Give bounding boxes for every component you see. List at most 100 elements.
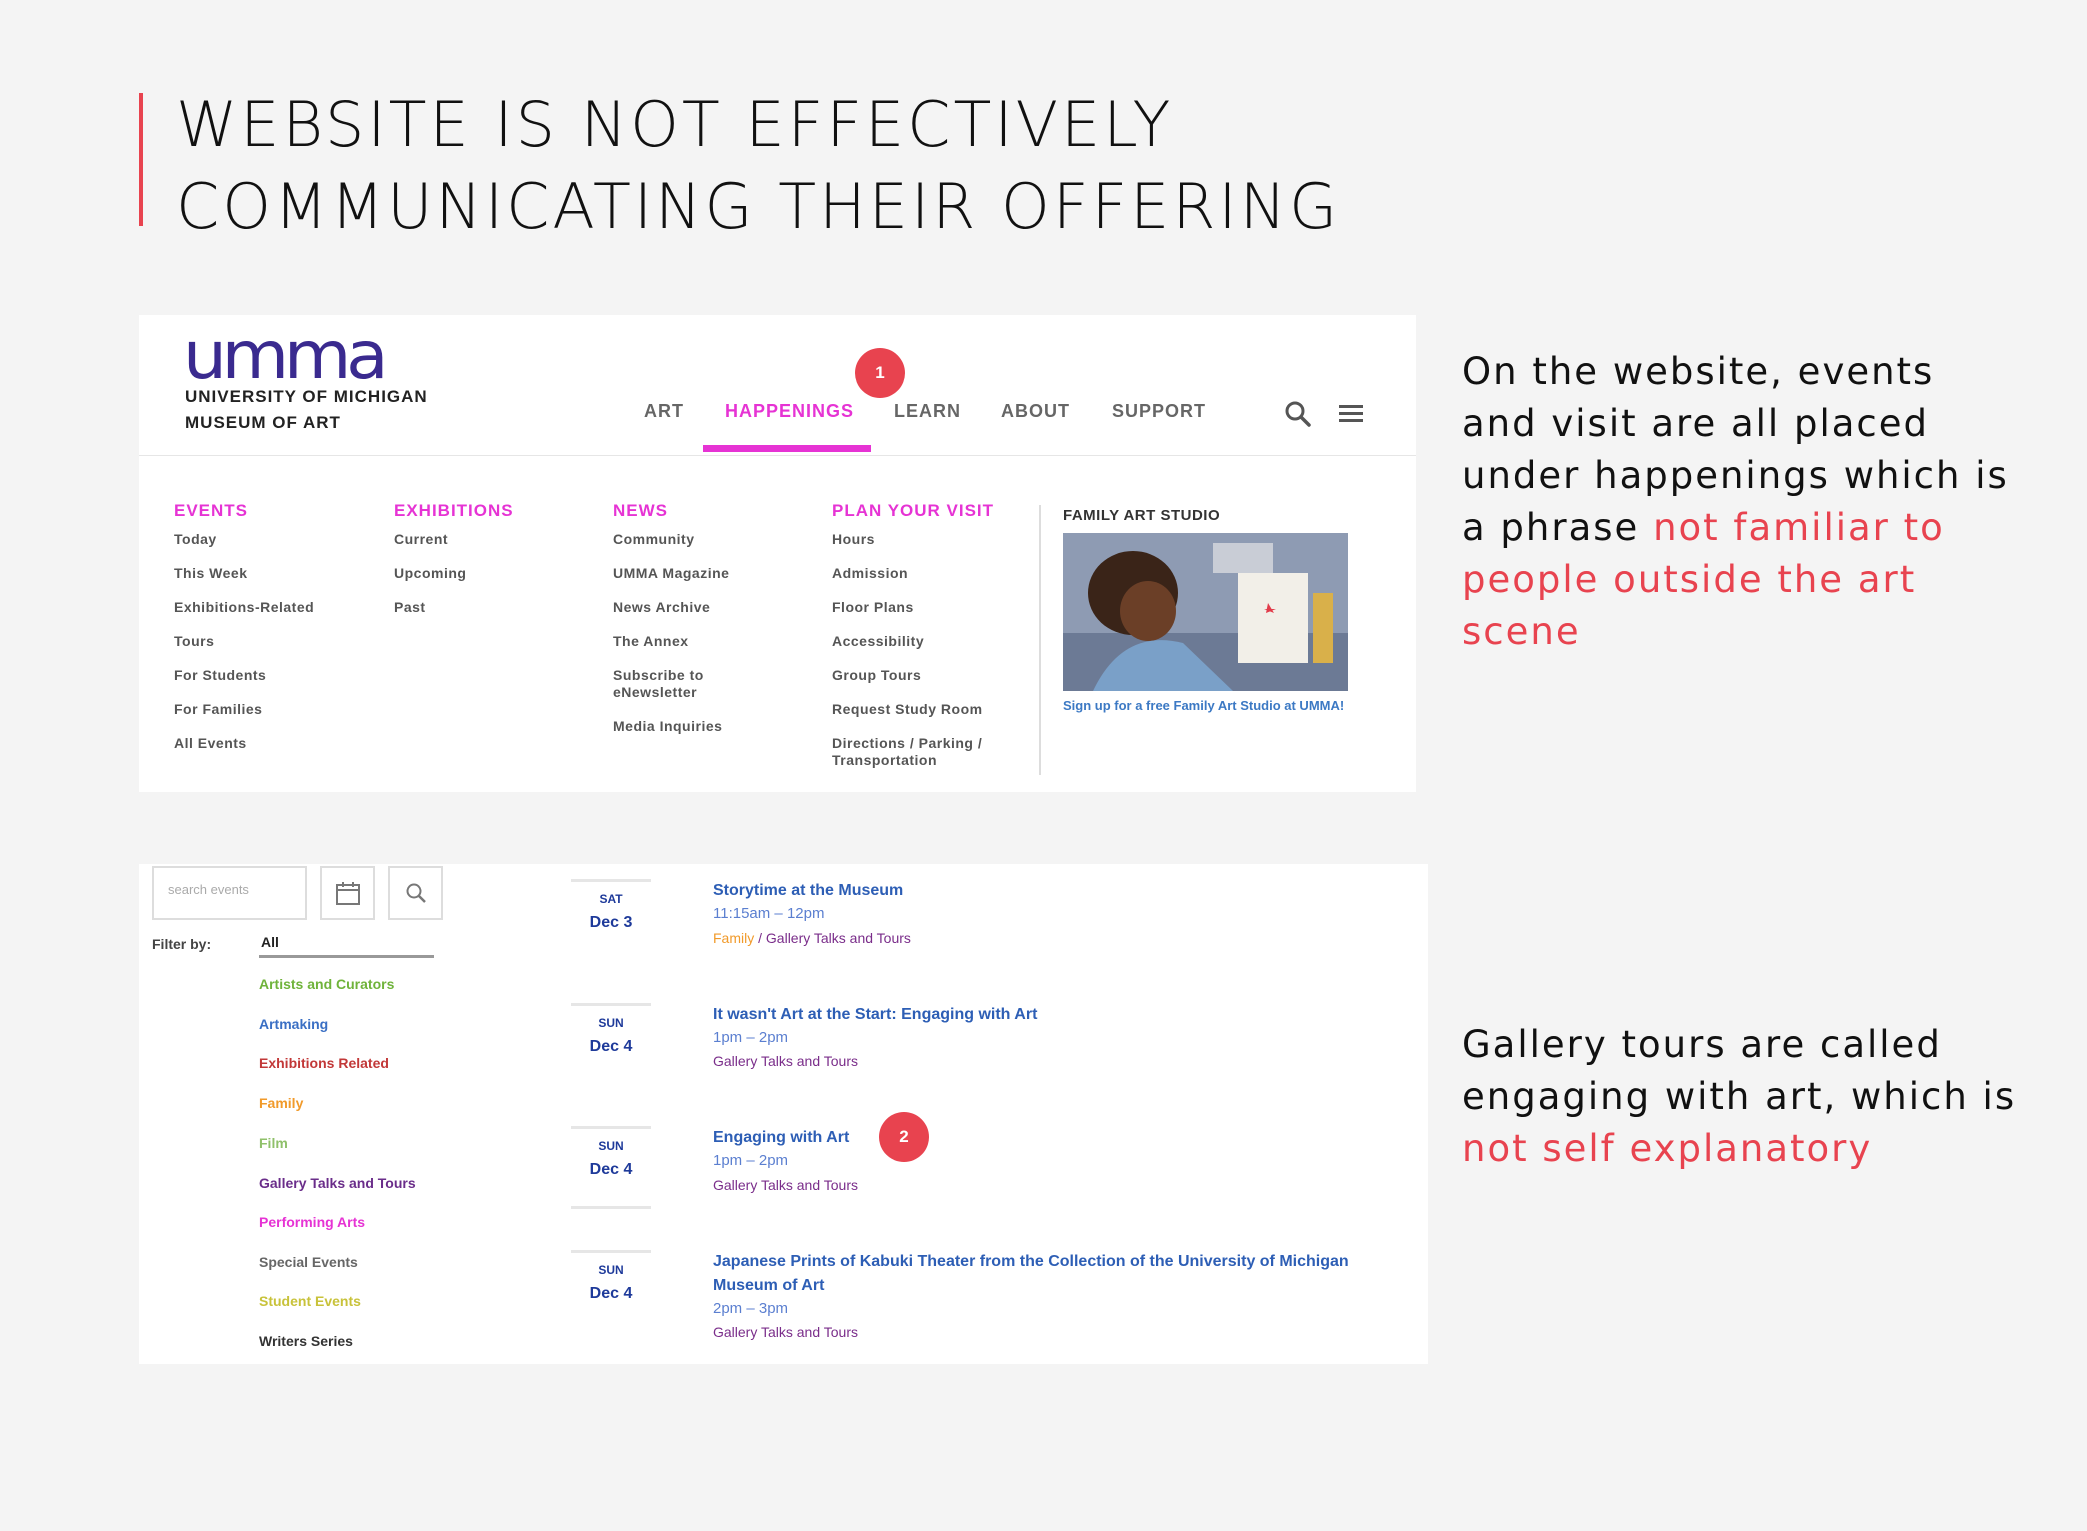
- menu-column-exhibitions: EXHIBITIONS Current Upcoming Past: [394, 501, 594, 633]
- menu-item[interactable]: Tours: [174, 633, 374, 650]
- menu-item[interactable]: News Archive: [613, 599, 813, 616]
- category-link[interactable]: Exhibitions Related: [259, 1055, 389, 1071]
- menu-item[interactable]: Past: [394, 599, 594, 616]
- menu-item[interactable]: Community: [613, 531, 813, 548]
- menu-item[interactable]: Group Tours: [832, 667, 1032, 684]
- menu-item[interactable]: Current: [394, 531, 594, 548]
- menu-item[interactable]: Subscribe to eNewsletter: [613, 667, 723, 701]
- menu-item[interactable]: Today: [174, 531, 374, 548]
- event-weekday: SUN: [598, 1263, 624, 1277]
- menu-heading-exhibitions[interactable]: EXHIBITIONS: [394, 501, 594, 521]
- annotation-note-2: Gallery tours are called engaging with a…: [1462, 1019, 2022, 1175]
- menu-column-events: EVENTS Today This Week Exhibitions-Relat…: [174, 501, 374, 769]
- menu-heading-news[interactable]: NEWS: [613, 501, 813, 521]
- nav-learn[interactable]: LEARN: [894, 401, 961, 422]
- event-title-link[interactable]: Storytime at the Museum: [713, 879, 1353, 903]
- menu-column-plan-visit: PLAN YOUR VISIT Hours Admission Floor Pl…: [832, 501, 1032, 786]
- menu-item[interactable]: Exhibitions-Related: [174, 599, 374, 616]
- event-category-family[interactable]: Family: [713, 930, 754, 946]
- photo-illustration: [1063, 533, 1348, 691]
- menu-heading-events[interactable]: EVENTS: [174, 501, 374, 521]
- event-date-separator: [571, 1126, 651, 1129]
- filter-select[interactable]: All: [259, 934, 434, 958]
- category-link[interactable]: Performing Arts: [259, 1214, 365, 1230]
- nav-support[interactable]: SUPPORT: [1112, 401, 1206, 422]
- menu-item[interactable]: Media Inquiries: [613, 718, 813, 735]
- note2-highlight: not self explanatory: [1462, 1127, 1873, 1170]
- feature-title: FAMILY ART STUDIO: [1063, 507, 1221, 524]
- menu-item[interactable]: For Families: [174, 701, 374, 718]
- menu-item[interactable]: The Annex: [613, 633, 813, 650]
- category-link[interactable]: Artists and Curators: [259, 976, 394, 992]
- category-link[interactable]: Artmaking: [259, 1016, 328, 1032]
- hamburger-menu-icon[interactable]: [1339, 403, 1363, 425]
- category-link[interactable]: Writers Series: [259, 1333, 353, 1349]
- event-category[interactable]: Gallery Talks and Tours: [713, 1053, 858, 1069]
- active-nav-underline: [703, 445, 871, 452]
- nav-art[interactable]: ART: [644, 401, 684, 422]
- events-list-screenshot: search events Filter by: All Artists and…: [139, 864, 1428, 1364]
- title-accent-bar: [139, 93, 143, 226]
- event-category[interactable]: Gallery Talks and Tours: [713, 1324, 858, 1340]
- event-categories: Family / Gallery Talks and Tours: [713, 930, 911, 946]
- category-link[interactable]: Family: [259, 1095, 303, 1111]
- event-time: 1pm – 2pm: [713, 1029, 789, 1046]
- search-events-input[interactable]: search events: [152, 866, 307, 920]
- website-nav-screenshot: umma UNIVERSITY OF MICHIGAN MUSEUM OF AR…: [139, 315, 1416, 792]
- menu-item[interactable]: Floor Plans: [832, 599, 1032, 616]
- search-icon[interactable]: [1284, 400, 1312, 428]
- event-date-separator: [571, 1206, 651, 1209]
- event-title-link[interactable]: Japanese Prints of Kabuki Theater from t…: [713, 1250, 1353, 1298]
- search-icon: [406, 883, 426, 903]
- event-time: 11:15am – 12pm: [713, 905, 825, 922]
- event-weekday: SUN: [598, 1139, 624, 1153]
- nav-happenings[interactable]: HAPPENINGS: [725, 401, 854, 422]
- event-weekday: SAT: [599, 892, 623, 906]
- search-button[interactable]: [388, 866, 443, 920]
- event-date-separator: [571, 1250, 651, 1253]
- category-link[interactable]: Gallery Talks and Tours: [259, 1175, 416, 1191]
- event-title-link[interactable]: It wasn't Art at the Start: Engaging wit…: [713, 1003, 1353, 1027]
- menu-column-news: NEWS Community UMMA Magazine News Archiv…: [613, 501, 813, 752]
- category-link[interactable]: Film: [259, 1135, 288, 1151]
- menu-item[interactable]: All Events: [174, 735, 374, 752]
- menu-item[interactable]: Hours: [832, 531, 1032, 548]
- menu-divider: [1039, 505, 1041, 775]
- menu-item[interactable]: Request Study Room: [832, 701, 1032, 718]
- annotation-badge-2: 2: [879, 1112, 929, 1162]
- note2-text: Gallery tours are called engaging with a…: [1462, 1023, 2017, 1118]
- event-title-link[interactable]: Engaging with Art: [713, 1126, 1353, 1150]
- slide-title-line1: WEBSITE IS NOT EFFECTIVELY: [176, 88, 1174, 161]
- event-date: Dec 4: [589, 1161, 633, 1178]
- menu-item[interactable]: Directions / Parking / Transportation: [832, 735, 1012, 769]
- slide-title: WEBSITE IS NOT EFFECTIVELY COMMUNICATING…: [176, 84, 1340, 248]
- logo-subtitle: UNIVERSITY OF MICHIGAN MUSEUM OF ART: [185, 384, 428, 436]
- menu-heading-plan-visit[interactable]: PLAN YOUR VISIT: [832, 501, 1032, 521]
- event-date-separator: [571, 879, 651, 882]
- menu-item[interactable]: This Week: [174, 565, 374, 582]
- event-category[interactable]: Gallery Talks and Tours: [713, 1177, 858, 1193]
- menu-item[interactable]: Accessibility: [832, 633, 1032, 650]
- calendar-icon: [335, 882, 360, 905]
- filter-label: Filter by:: [152, 936, 212, 952]
- category-link[interactable]: Special Events: [259, 1254, 358, 1270]
- event-time: 2pm – 3pm: [713, 1300, 789, 1317]
- menu-item[interactable]: Admission: [832, 565, 1032, 582]
- menu-item[interactable]: For Students: [174, 667, 374, 684]
- logo-subtitle-line1: UNIVERSITY OF MICHIGAN: [185, 387, 428, 406]
- category-link[interactable]: Student Events: [259, 1293, 361, 1309]
- event-weekday: SUN: [598, 1016, 624, 1030]
- feature-caption-link[interactable]: Sign up for a free Family Art Studio at …: [1063, 698, 1344, 713]
- slide-title-line2: COMMUNICATING THEIR OFFERING: [176, 170, 1341, 243]
- menu-item[interactable]: UMMA Magazine: [613, 565, 813, 582]
- family-art-studio-photo[interactable]: [1063, 533, 1348, 691]
- nav-divider: [139, 455, 1416, 456]
- menu-item[interactable]: Upcoming: [394, 565, 594, 582]
- calendar-button[interactable]: [320, 866, 375, 920]
- event-category[interactable]: / Gallery Talks and Tours: [754, 930, 911, 946]
- umma-logo[interactable]: umma: [183, 317, 389, 394]
- annotation-note-1: On the website, events and visit are all…: [1462, 346, 2022, 658]
- nav-about[interactable]: ABOUT: [1001, 401, 1070, 422]
- event-date: Dec 4: [589, 1285, 633, 1302]
- event-time: 1pm – 2pm: [713, 1152, 789, 1169]
